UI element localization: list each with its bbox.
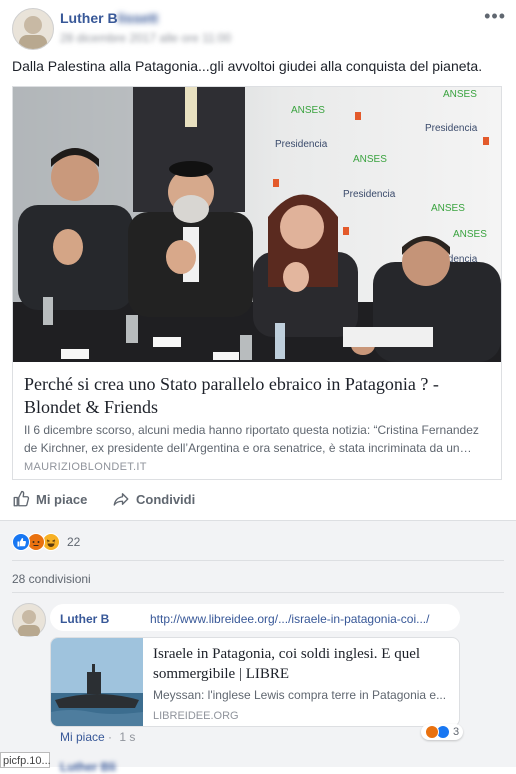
facebook-post: Luther Blissett 28 dicembre 2017 alle or… [0,0,516,774]
backdrop-presidencia-label: Presidencia [343,189,396,200]
post-action-bar: Mi piace Condividi [12,490,502,514]
backdrop-anses-label: ANSES [431,203,465,214]
like-reaction-icon [12,533,30,551]
comment-actions: Mi piace · 1 s [60,730,136,744]
share-button[interactable]: Condividi [112,490,195,508]
comment-reactions[interactable]: 3 [421,724,464,740]
comment-reaction-count: 3 [453,726,460,738]
link-preview-title[interactable]: Perché si crea uno Stato parallelo ebrai… [24,373,492,419]
backdrop-anses-label: ANSES [291,105,325,116]
comment-link-preview[interactable]: Israele in Patagonia, coi soldi inglesi.… [50,637,460,727]
like-button-label: Mi piace [36,491,88,507]
backdrop-presidencia-label: Presidencia [275,139,328,150]
next-comment-author[interactable]: Luther Bli [60,760,116,774]
like-button[interactable]: Mi piace [12,490,87,508]
link-preview-card[interactable]: ANSES ANSES ANSES ANSES ANSES Presidenci… [12,86,502,480]
link-preview-domain: MAURIZIOBLONDET.IT [24,461,147,473]
link-preview-image[interactable]: ANSES ANSES ANSES ANSES ANSES Presidenci… [13,87,501,362]
thumbs-up-icon [13,490,30,507]
backdrop-presidencia-label: Presidencia [425,123,478,134]
divider [12,592,504,593]
comment-link-description: Meyssan: l'inglese Lewis compra terre in… [153,688,447,702]
share-arrow-icon [113,493,129,506]
link-preview-description: Il 6 dicembre scorso, alcuni media hanno… [24,423,479,455]
comment-link-domain: LIBREIDEE.ORG [153,710,239,722]
comment-like-button[interactable]: Mi piace [60,730,105,744]
post-text: Dalla Palestina alla Patagonia...gli avv… [12,58,483,74]
submarine-thumbnail[interactable] [51,638,143,726]
share-button-label: Condividi [136,491,196,507]
commenter-avatar[interactable] [12,603,46,637]
angry-reaction-icon [425,725,439,739]
comment-link[interactable]: http://www.libreidee.org/.../israele-in-… [150,612,429,626]
reaction-count[interactable]: 22 [67,535,80,549]
more-options-icon[interactable]: ••• [484,6,506,27]
share-count[interactable]: 28 condivisioni [12,572,91,586]
comment-author[interactable]: Luther B [60,612,109,626]
reaction-summary[interactable]: 22 [12,533,80,551]
backdrop-anses-label: ANSES [353,154,387,165]
backdrop-anses-label: ANSES [453,229,487,240]
status-tooltip: picfp.10... [0,752,51,768]
post-timestamp[interactable]: 28 dicembre 2017 alle ore 11:00 [60,31,231,45]
comment-timestamp[interactable]: 1 s [119,730,135,744]
comment-link-title[interactable]: Israele in Patagonia, coi soldi inglesi.… [153,644,453,684]
author-name[interactable]: Luther Blissett [60,10,158,26]
divider [12,560,504,561]
author-avatar[interactable] [12,8,54,50]
backdrop-anses-label: ANSES [443,89,477,100]
